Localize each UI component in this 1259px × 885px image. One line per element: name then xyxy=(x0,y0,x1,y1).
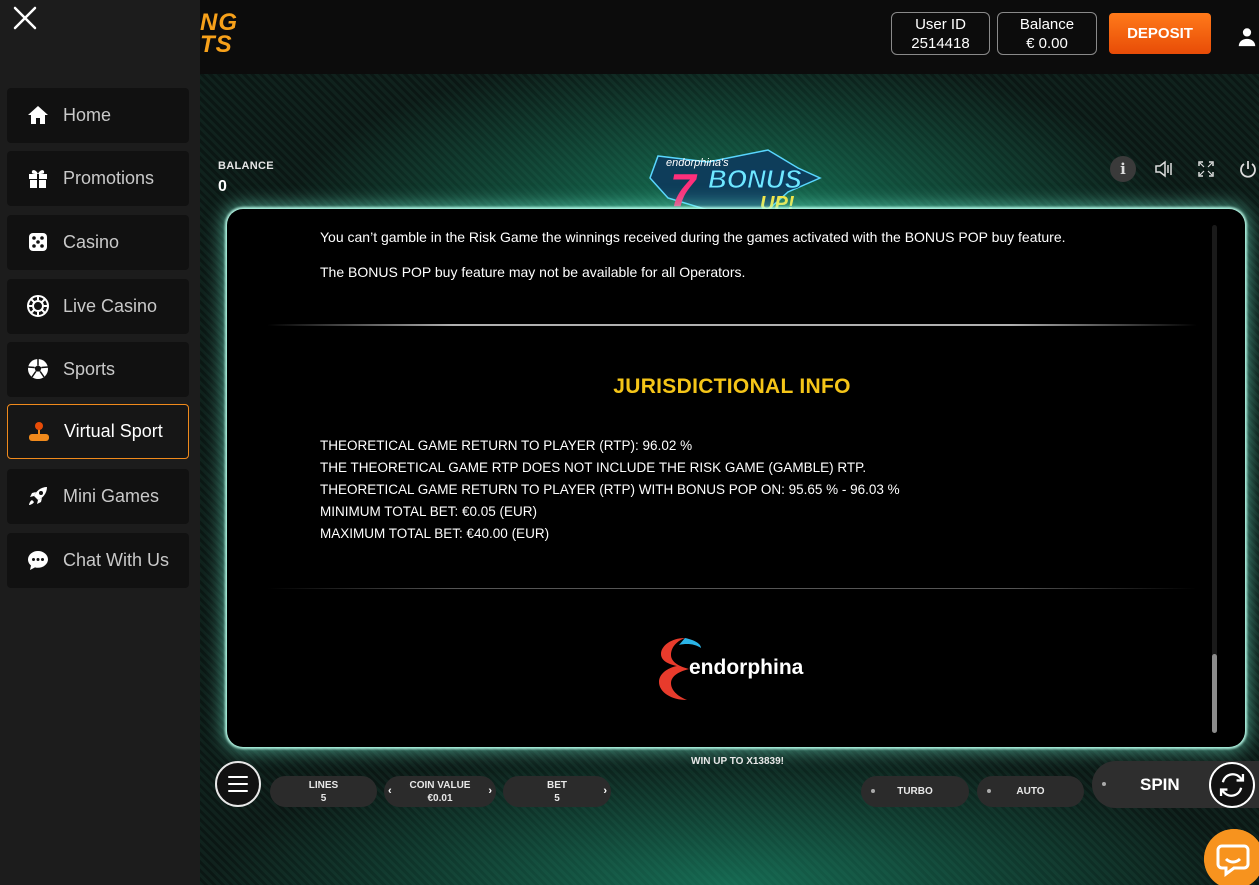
gift-icon xyxy=(29,170,47,188)
game-balance-label: BALANCE xyxy=(218,160,274,172)
sidebar-item-mini-games[interactable]: Mini Games xyxy=(7,469,189,524)
brand-logo[interactable]: NG TS xyxy=(200,11,238,58)
chat-icon xyxy=(28,551,48,570)
turbo-button[interactable]: TURBO xyxy=(861,776,969,807)
sidebar-item-virtual-sport[interactable]: Virtual Sport xyxy=(7,404,189,459)
auto-button[interactable]: AUTO xyxy=(977,776,1084,807)
sidebar-item-label: Live Casino xyxy=(63,296,158,316)
coin-increase-icon[interactable]: › xyxy=(488,785,492,798)
close-icon[interactable] xyxy=(12,5,38,31)
user-id-value: 2514418 xyxy=(911,35,970,52)
auto-label: AUTO xyxy=(1016,786,1045,797)
jurisdictional-info-title: JURISDICTIONAL INFO xyxy=(613,375,851,398)
joystick-icon xyxy=(29,422,49,441)
endorphina-logo-text: endorphina xyxy=(689,656,804,679)
balance-value: € 0.00 xyxy=(1026,35,1068,52)
balance-label: Balance xyxy=(1019,16,1075,33)
chip-icon xyxy=(27,295,49,317)
coin-value-value: €0.01 xyxy=(427,793,453,804)
game-menu-button[interactable] xyxy=(215,761,261,807)
home-icon xyxy=(28,106,48,124)
rtp-risk-line: THE THEORETICAL GAME RTP DOES NOT INCLUD… xyxy=(320,460,867,475)
menu-bar-icon xyxy=(228,790,248,792)
rtp-bonus-pop-line: THEORETICAL GAME RETURN TO PLAYER (RTP) … xyxy=(320,482,900,497)
lines-label: LINES xyxy=(308,780,339,791)
power-icon[interactable] xyxy=(1235,156,1259,182)
sidebar-item-label: Sports xyxy=(63,359,116,379)
deposit-button[interactable]: DEPOSIT xyxy=(1109,13,1211,54)
rtp-line: THEORETICAL GAME RETURN TO PLAYER (RTP):… xyxy=(320,438,693,453)
section-divider xyxy=(267,588,1197,589)
spin-refresh-icon[interactable] xyxy=(1209,762,1255,808)
bet-value: 5 xyxy=(554,793,560,804)
live-chat-icon[interactable] xyxy=(1204,829,1259,885)
sidebar-item-casino[interactable]: Casino xyxy=(7,215,189,270)
coin-value-label: COIN VALUE xyxy=(409,780,471,791)
user-icon[interactable] xyxy=(1236,26,1258,48)
sidebar-item-label: Promotions xyxy=(63,168,155,188)
game-balance-value: 0 xyxy=(218,178,227,195)
menu-bar-icon xyxy=(228,783,248,785)
brand-logo-line2: TS xyxy=(200,31,233,58)
operator-note: The BONUS POP buy feature may not be ava… xyxy=(320,264,746,280)
spin-indicator-icon xyxy=(1102,782,1106,786)
bet-increase-icon[interactable]: › xyxy=(603,785,607,798)
auto-indicator-icon xyxy=(987,789,991,793)
bet-label: BET xyxy=(547,780,567,791)
game-logo-sub: UP! xyxy=(760,193,795,210)
menu-bar-icon xyxy=(228,776,248,778)
game-info-panel[interactable]: You can’t gamble in the Risk Game the wi… xyxy=(227,209,1245,747)
panel-scrollbar-thumb[interactable] xyxy=(1212,654,1217,733)
game-logo: 7 endorphina's BONUS UP! xyxy=(649,149,822,210)
user-id-label: User ID xyxy=(915,16,966,33)
sidebar-item-label: Virtual Sport xyxy=(64,421,163,441)
spin-label: SPIN xyxy=(1140,775,1180,794)
sidebar: Home Promotions Casino Live Casino Sport… xyxy=(0,0,200,885)
sidebar-item-home[interactable]: Home xyxy=(7,88,189,143)
min-bet-line: MINIMUM TOTAL BET: €0.05 (EUR) xyxy=(320,504,538,519)
coin-value-control[interactable]: ‹ COIN VALUE €0.01 › xyxy=(384,776,496,807)
rocket-icon xyxy=(29,487,47,505)
sidebar-item-label: Casino xyxy=(63,232,120,252)
turbo-indicator-icon xyxy=(871,789,875,793)
max-bet-line: MAXIMUM TOTAL BET: €40.00 (EUR) xyxy=(320,526,550,541)
sidebar-item-live-casino[interactable]: Live Casino xyxy=(7,279,189,334)
endorphina-logo: endorphina xyxy=(659,638,804,700)
sidebar-item-sports[interactable]: Sports xyxy=(7,342,189,397)
turbo-label: TURBO xyxy=(897,786,933,797)
bet-control[interactable]: BET 5 › xyxy=(503,776,611,807)
balance-box: Balance € 0.00 xyxy=(997,12,1097,55)
fullscreen-icon[interactable] xyxy=(1193,156,1219,182)
lines-value: 5 xyxy=(320,793,327,804)
coin-decrease-icon[interactable]: ‹ xyxy=(388,785,392,798)
soccer-ball-icon xyxy=(27,359,49,379)
section-divider xyxy=(267,324,1197,326)
game-logo-number: 7 xyxy=(670,164,698,210)
risk-game-note: You can’t gamble in the Risk Game the wi… xyxy=(320,229,1066,245)
sidebar-item-label: Mini Games xyxy=(63,486,160,506)
user-id-box: User ID 2514418 xyxy=(891,12,990,55)
game-logo-big: BONUS xyxy=(708,164,803,194)
sidebar-item-label: Home xyxy=(63,105,112,125)
sidebar-item-promotions[interactable]: Promotions xyxy=(7,151,189,206)
lines-control[interactable]: LINES 5 xyxy=(270,776,377,807)
sound-icon[interactable] xyxy=(1151,156,1177,182)
sidebar-item-label: Chat With Us xyxy=(63,550,170,570)
sidebar-item-chat-with-us[interactable]: Chat With Us xyxy=(7,533,189,588)
info-icon[interactable]: i xyxy=(1110,156,1136,182)
dice-icon xyxy=(29,233,47,251)
